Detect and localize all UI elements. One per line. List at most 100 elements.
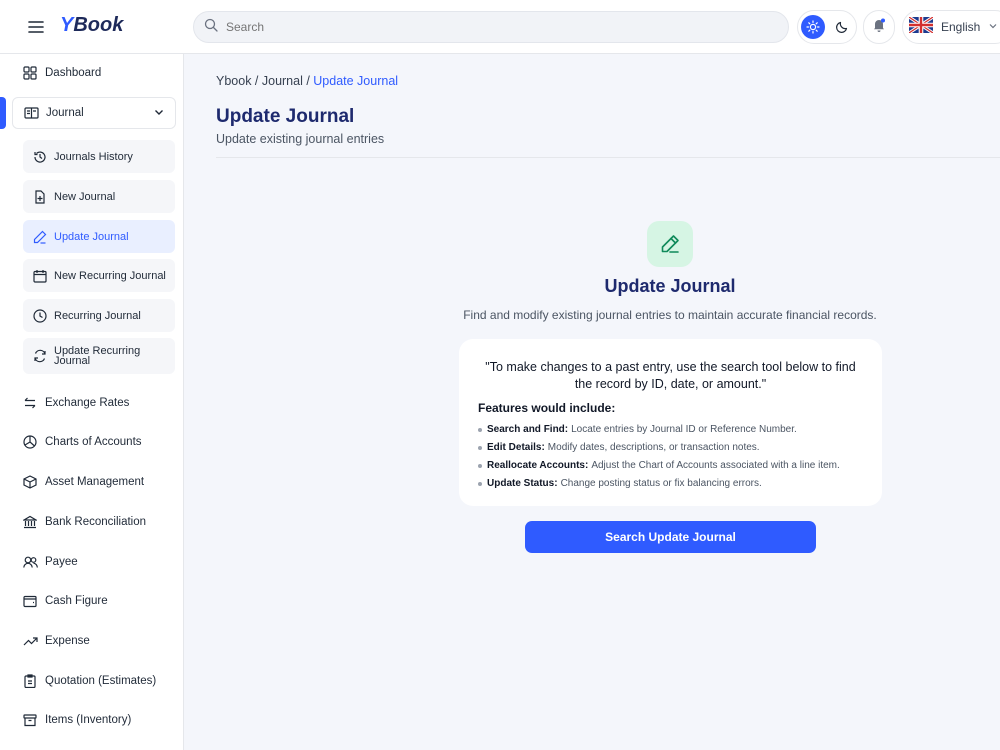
sidebar-item-payee[interactable]: Payee [12,545,176,579]
search-icon [204,18,218,37]
divider [216,157,1000,158]
trending-up-icon [22,633,38,649]
sub-item-label: Update Journal [54,230,129,243]
clipboard-icon [22,673,38,689]
top-header: YBook English [0,0,1000,54]
features-title: Features would include: [478,401,616,415]
language-label: English [941,20,981,34]
list-item: Search and Find: Locate entries by Journa… [478,421,840,439]
sidebar-item-charts-of-accounts[interactable]: Charts of Accounts [12,425,176,459]
sidebar-item-label: Expense [45,635,90,647]
sidebar: Dashboard Journal Journals History New J… [0,54,184,750]
feature-label: Update Status: [487,478,558,489]
sidebar-sub-update-recurring-journal[interactable]: Update Recurring Journal [23,338,175,374]
sidebar-item-quotation[interactable]: Quotation (Estimates) [12,664,176,698]
feature-text: Locate entries by Journal ID or Referenc… [571,424,797,435]
sub-item-label: New Recurring Journal [54,269,166,282]
breadcrumb: Ybook / Journal / Update Journal [216,74,398,88]
users-icon [22,554,38,570]
search-update-journal-button[interactable]: Search Update Journal [525,521,816,553]
chevron-down-icon [988,18,998,36]
pencil-icon [647,221,693,267]
sub-item-label: New Journal [54,190,116,203]
sidebar-item-label: Exchange Rates [45,397,130,409]
bell-icon [871,17,887,38]
logo-text: Book [73,14,124,36]
page-subtitle: Update existing journal entries [216,132,385,146]
sidebar-item-label: Asset Management [45,476,145,488]
sidebar-item-label: Journal [46,107,84,119]
grid-icon [22,65,38,81]
sidebar-sub-update-journal[interactable]: Update Journal [23,220,175,253]
search-bar[interactable] [193,11,789,43]
sub-item-label: Update Recurring Journal [54,345,141,367]
list-item: Edit Details: Modify dates, descriptions,… [478,439,840,457]
sidebar-item-label: Dashboard [45,67,102,79]
uk-flag-icon [908,15,934,38]
book-icon [23,105,39,121]
sidebar-item-journal[interactable]: Journal [12,97,176,129]
calendar-icon [32,268,48,284]
sidebar-item-dashboard[interactable]: Dashboard [12,56,176,90]
app-logo[interactable]: Y Book [60,14,123,37]
sidebar-item-label: Cash Figure [45,595,108,607]
sub-item-label: Recurring Journal [54,309,141,322]
feature-label: Edit Details: [487,442,545,453]
history-icon [32,149,48,165]
list-item: Reallocate Accounts: Adjust the Chart of … [478,457,840,475]
menu-icon[interactable] [26,17,46,37]
language-selector[interactable]: English [902,10,1000,44]
refresh-icon [32,348,48,364]
info-card: "To make changes to a past entry, use th… [459,339,882,506]
sidebar-item-expense[interactable]: Expense [12,624,176,658]
feature-text: Change posting status or fix balancing e… [560,478,762,489]
bank-icon [22,514,38,530]
search-input[interactable] [226,20,746,34]
bullet [478,446,482,450]
sub-item-label: Journals History [54,150,133,163]
box-icon [22,474,38,490]
card-quote: "To make changes to a past entry, use th… [485,360,856,391]
theme-toggle[interactable] [797,10,857,44]
sidebar-sub-new-recurring-journal[interactable]: New Recurring Journal [23,259,175,292]
wallet-icon [22,593,38,609]
file-plus-icon [32,189,48,205]
bullet [478,428,482,432]
active-indicator [0,97,6,129]
sidebar-item-cash-figure[interactable]: Cash Figure [12,584,176,618]
sidebar-item-label: Charts of Accounts [45,436,142,448]
notification-button[interactable] [863,10,895,44]
feature-label: Search and Find: [487,424,569,435]
sidebar-sub-recurring-journal[interactable]: Recurring Journal [23,299,175,332]
feature-text: Modify dates, descriptions, or transacti… [547,442,760,453]
exchange-icon [22,395,38,411]
sidebar-sub-new-journal[interactable]: New Journal [23,180,175,213]
logo-y: Y [60,14,74,36]
features-list: Search and Find: Locate entries by Journa… [478,421,840,493]
sidebar-item-bank-reconciliation[interactable]: Bank Reconciliation [12,505,176,539]
breadcrumb-current: Update Journal [313,74,399,88]
clock-icon [32,308,48,324]
breadcrumb-path[interactable]: Ybook / Journal / [216,74,313,88]
pencil-icon [32,229,48,245]
sidebar-item-label: Items (Inventory) [45,714,132,726]
page-title: Update Journal [216,106,355,127]
sidebar-item-items-inventory[interactable]: Items (Inventory) [12,703,176,737]
feature-text: Adjust the Chart of Accounts associated … [591,460,840,471]
pie-chart-icon [22,434,38,450]
sidebar-sub-journals-history[interactable]: Journals History [23,140,175,173]
hero-title: Update Journal [604,276,736,296]
moon-icon[interactable] [831,16,853,38]
list-item: Update Status: Change posting status or f… [478,475,840,493]
sidebar-item-label: Payee [45,556,78,568]
bullet [478,482,482,486]
hero-description: Find and modify existing journal entries… [463,308,877,322]
sun-icon[interactable] [801,15,825,39]
bullet [478,464,482,468]
sidebar-item-asset-management[interactable]: Asset Management [12,465,176,499]
archive-icon [22,712,38,728]
sidebar-item-label: Quotation (Estimates) [45,675,157,687]
sidebar-item-exchange-rates[interactable]: Exchange Rates [12,386,176,420]
chevron-down-icon [153,106,165,121]
sidebar-item-label: Bank Reconciliation [45,516,147,528]
